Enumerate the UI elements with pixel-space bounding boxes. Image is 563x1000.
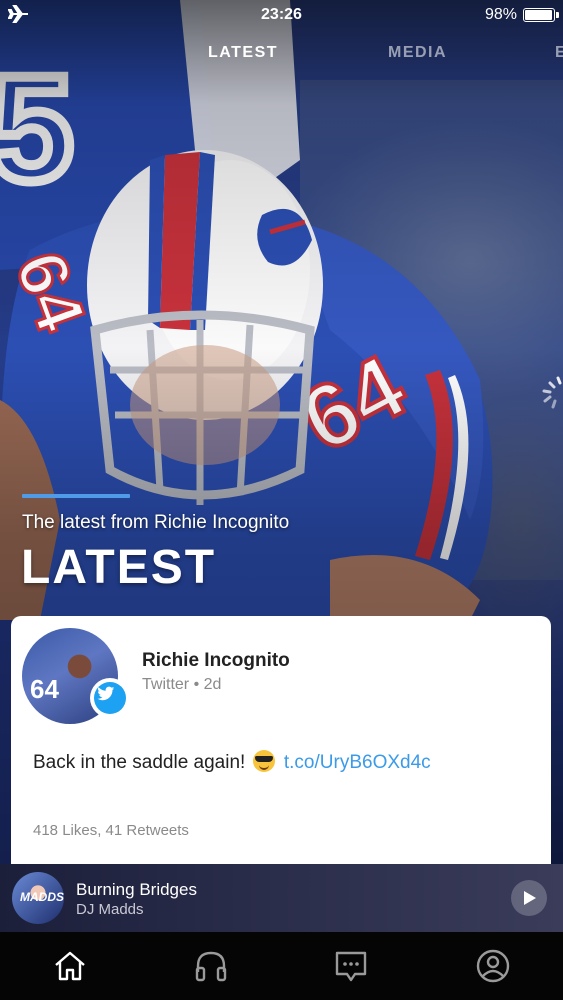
- play-icon: [524, 891, 536, 905]
- post-source: Twitter: [142, 676, 190, 693]
- headphones-icon: [195, 951, 227, 982]
- tab-media[interactable]: MEDIA: [388, 44, 447, 62]
- nav-messages[interactable]: [333, 948, 369, 984]
- status-bar: 23:26 98%: [0, 0, 563, 30]
- chat-icon: [335, 951, 367, 982]
- profile-icon: [476, 949, 510, 983]
- top-tabs: LATEST MEDIA E: [0, 30, 563, 86]
- post-link[interactable]: t.co/UryB6OXd4c: [284, 752, 431, 773]
- post-age: 2d: [203, 676, 222, 693]
- album-art-text: MADDS: [20, 890, 64, 904]
- accent-line: [22, 494, 130, 498]
- sunglasses-emoji-icon: [252, 750, 275, 772]
- album-art[interactable]: MADDS: [12, 872, 64, 924]
- twitter-icon: [90, 678, 130, 718]
- post-author[interactable]: Richie Incognito: [142, 650, 290, 672]
- post-body: Back in the saddle again!: [33, 752, 246, 773]
- post-text: Back in the saddle again! t.co/UryB6OXd4…: [33, 750, 431, 774]
- nav-home[interactable]: [52, 948, 88, 984]
- tab-latest[interactable]: LATEST: [208, 44, 278, 62]
- post-meta: Twitter • 2d: [142, 676, 221, 694]
- play-button[interactable]: [511, 880, 547, 916]
- nav-profile[interactable]: [475, 948, 511, 984]
- meta-separator: •: [193, 676, 200, 693]
- nav-audio[interactable]: [193, 948, 229, 984]
- track-artist: DJ Madds: [76, 901, 144, 918]
- track-title: Burning Bridges: [76, 880, 197, 899]
- post-card[interactable]: 64 Richie Incognito Twitter • 2d Back in…: [11, 616, 551, 876]
- battery-icon: [523, 8, 559, 22]
- loading-spinner-icon: [540, 374, 563, 410]
- home-icon: [55, 951, 85, 981]
- tab-more[interactable]: E: [555, 44, 563, 62]
- page-title: LATEST: [21, 541, 217, 594]
- battery-percentage: 98%: [484, 6, 517, 23]
- avatar-jersey-number: 64: [30, 674, 59, 704]
- bottom-nav: [0, 932, 563, 1000]
- mini-player[interactable]: MADDS Burning Bridges DJ Madds: [0, 864, 563, 932]
- post-stats: 418 Likes, 41 Retweets: [33, 822, 189, 839]
- page-subtitle: The latest from Richie Incognito: [22, 512, 290, 533]
- status-time: 23:26: [261, 6, 302, 23]
